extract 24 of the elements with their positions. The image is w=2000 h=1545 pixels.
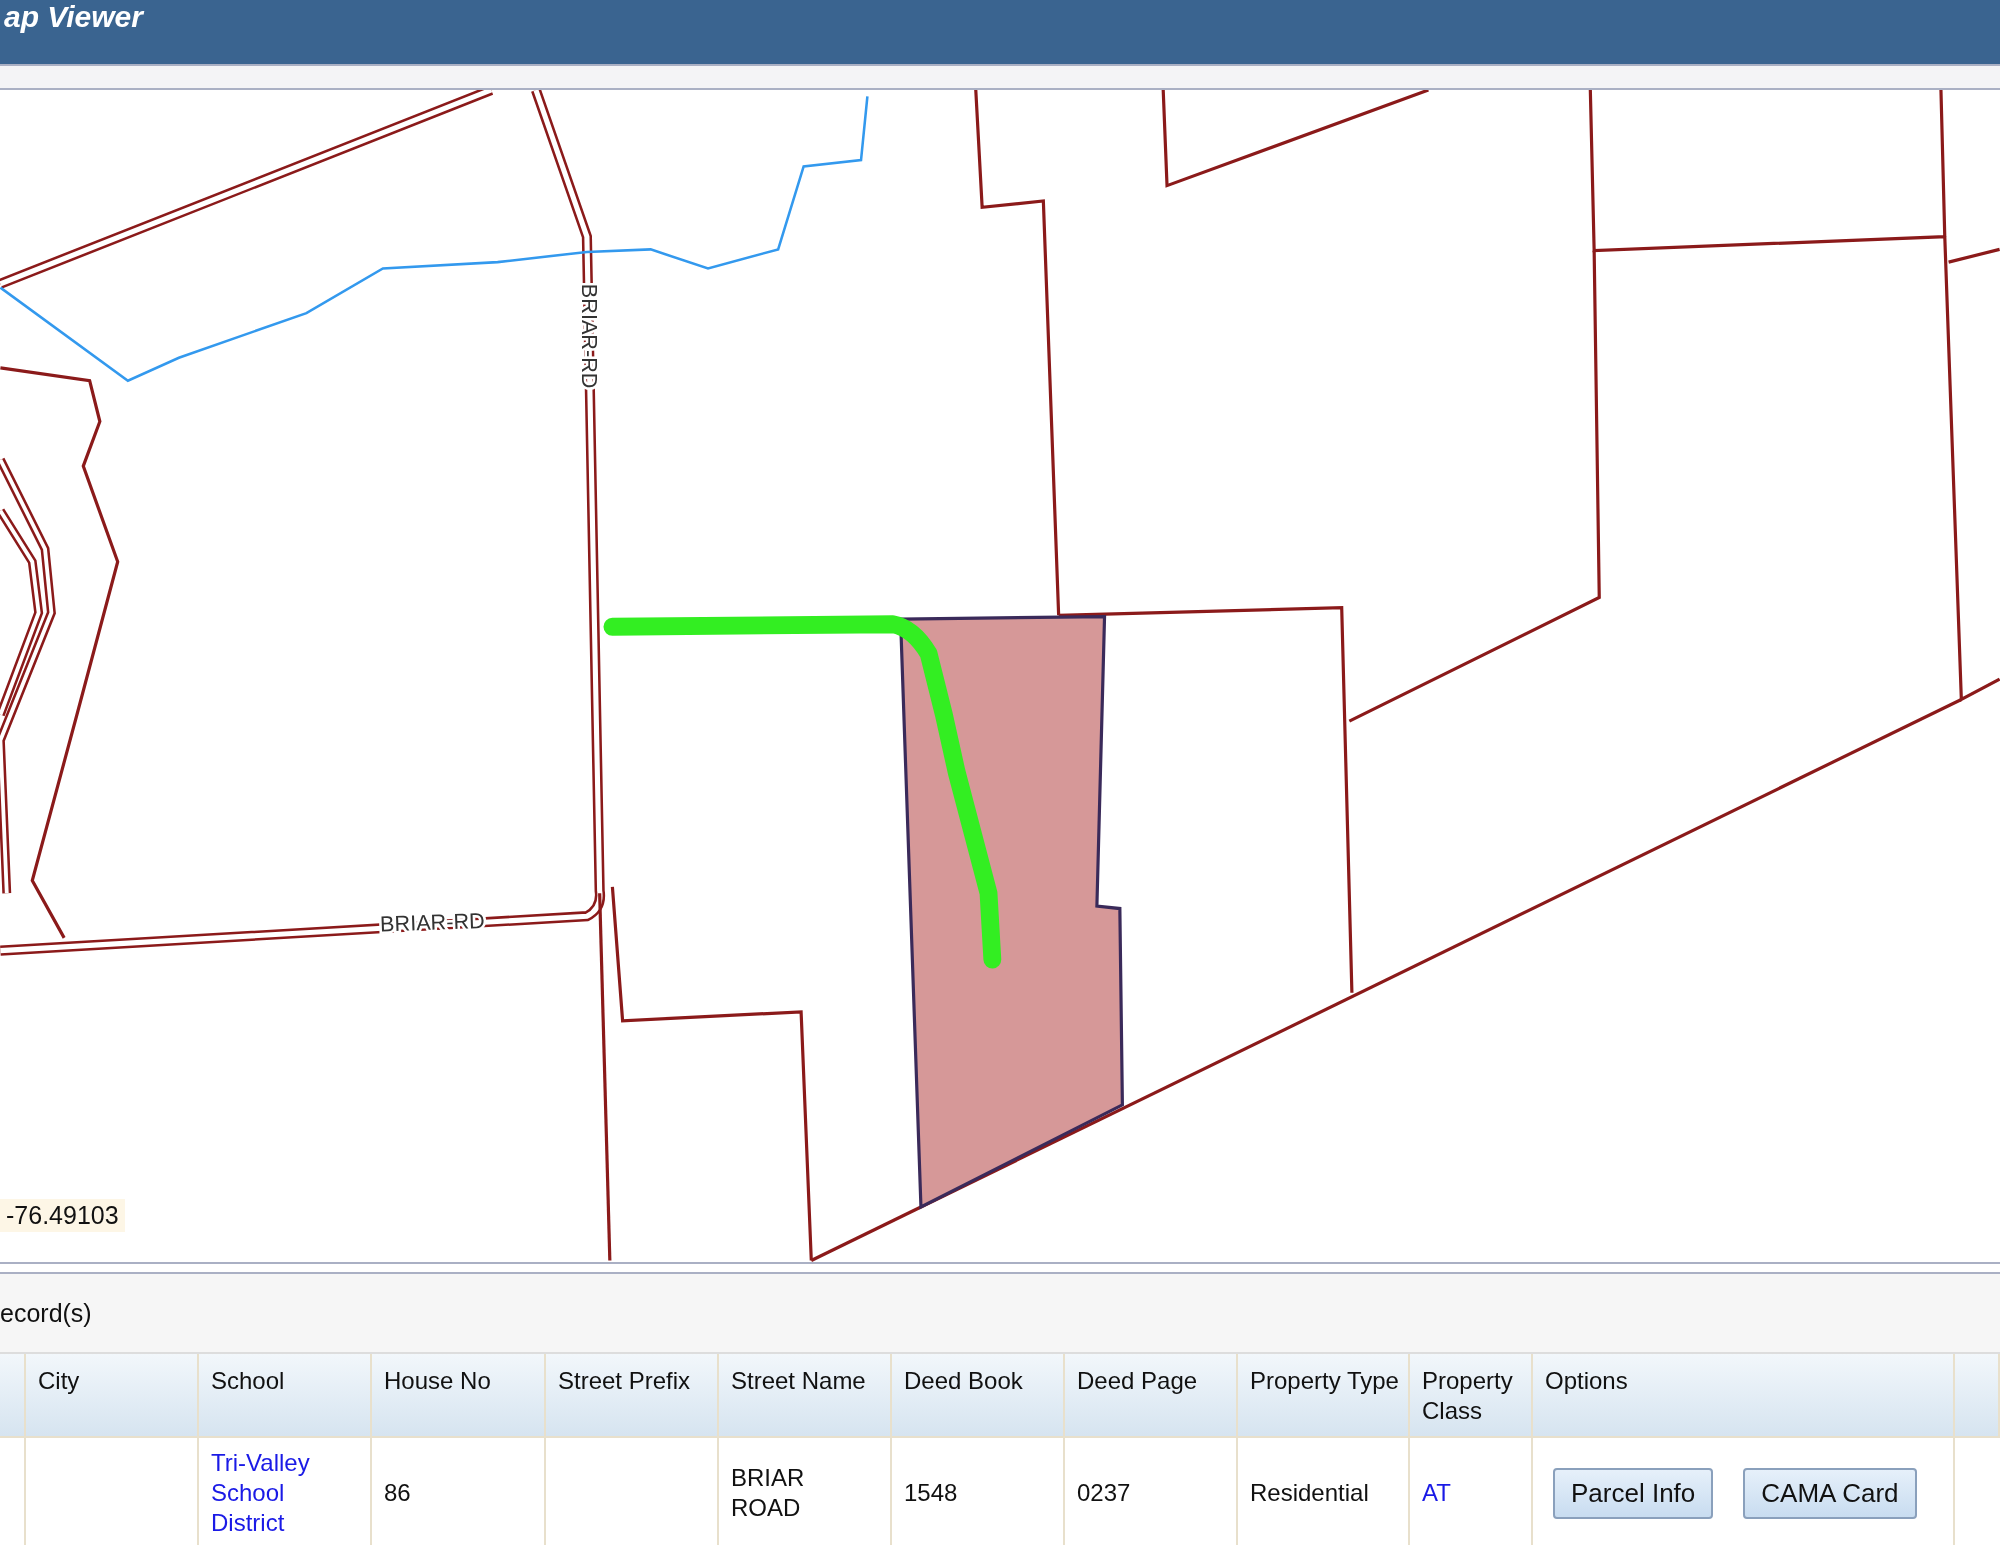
table-cell: 1548: [892, 1438, 1065, 1545]
column-header: Property Type: [1238, 1354, 1410, 1436]
table-cell: Residential: [1238, 1438, 1410, 1545]
table-cell: BRIAR ROAD: [719, 1438, 892, 1545]
table-cell: 0237: [1065, 1438, 1238, 1545]
column-header: Property Class: [1410, 1354, 1533, 1436]
coordinate-readout: -76.49103: [0, 1199, 125, 1232]
table-cell[interactable]: AT: [1410, 1438, 1533, 1545]
app-title: ap Viewer: [3, 0, 143, 34]
table-cell[interactable]: Tri-Valley School District: [199, 1438, 372, 1545]
column-header: City: [26, 1354, 199, 1436]
option-button[interactable]: Parcel Info: [1553, 1467, 1714, 1519]
column-header: Street Name: [719, 1354, 892, 1436]
road-label: BRIAR-RD: [576, 283, 602, 389]
column-header: House No: [372, 1354, 546, 1436]
column-header: Street Prefix: [546, 1354, 719, 1436]
selected-parcel[interactable]: [898, 614, 1124, 1210]
column-header: Options: [1533, 1354, 1955, 1436]
option-button[interactable]: CAMA Card: [1743, 1467, 1917, 1519]
column-header: Deed Page: [1065, 1354, 1238, 1436]
column-header: Deed Book: [892, 1354, 1065, 1436]
table-cell: 86: [372, 1438, 546, 1545]
column-header: School: [199, 1354, 372, 1436]
record-count: ecord(s): [0, 1298, 92, 1328]
